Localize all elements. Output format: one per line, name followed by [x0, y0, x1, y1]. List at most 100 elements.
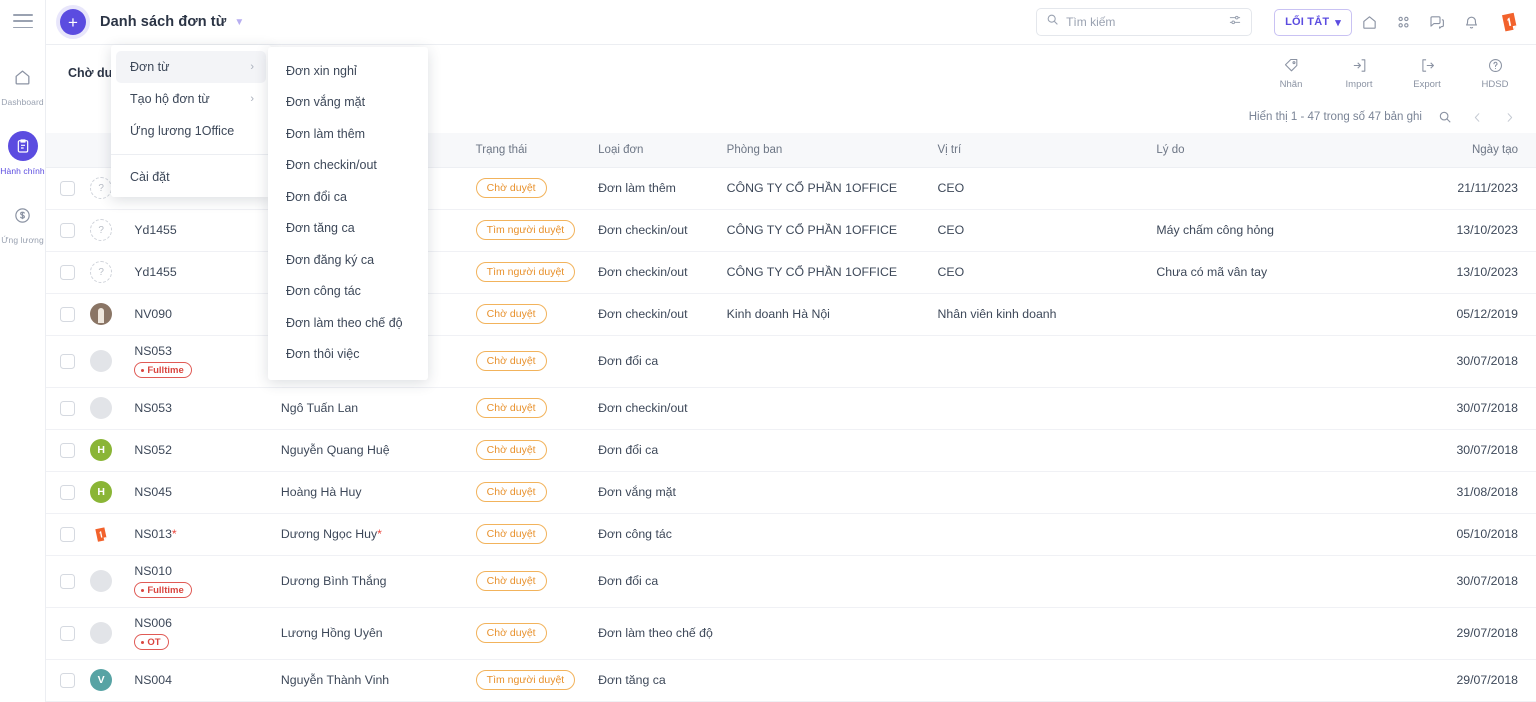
row-select-cell[interactable] [46, 471, 84, 513]
department [721, 335, 932, 387]
add-button[interactable]: + [60, 9, 86, 35]
row-select-cell[interactable] [46, 167, 84, 209]
avatar: ? [90, 219, 112, 241]
global-search[interactable] [1036, 8, 1252, 36]
row-checkbox[interactable] [60, 626, 75, 641]
row-select-cell[interactable] [46, 293, 84, 335]
import-button-text: Import [1346, 79, 1373, 90]
menu-item-label: Đơn xin nghỉ [286, 64, 357, 78]
col-type[interactable]: Loại đơn [592, 133, 721, 167]
export-icon [1419, 56, 1436, 75]
hamburger-icon[interactable] [13, 14, 33, 28]
menu-item-l2[interactable]: Đơn vắng mặt [268, 87, 428, 119]
code-cell: NS004 [128, 659, 275, 701]
row-select-cell[interactable] [46, 555, 84, 607]
col-date[interactable]: Ngày tạo [1419, 133, 1536, 167]
help-circle-icon [1487, 56, 1504, 75]
help-button[interactable]: HDSD [1472, 56, 1518, 90]
row-checkbox[interactable] [60, 223, 75, 238]
menu-item-l1[interactable]: Tạo hộ đơn từ› [116, 83, 266, 115]
reason: Máy chấm công hỏng [1150, 209, 1419, 251]
import-button[interactable]: Import [1336, 56, 1382, 90]
brand-logo-icon[interactable] [1498, 10, 1522, 34]
table-row[interactable]: NS013* Dương Ngọc Huy* Chờ duyệt Đơn côn… [46, 513, 1536, 555]
row-select-cell[interactable] [46, 387, 84, 429]
row-checkbox[interactable] [60, 307, 75, 322]
filter-sliders-icon[interactable] [1228, 13, 1242, 32]
col-position[interactable]: Vị trí [932, 133, 1151, 167]
row-checkbox[interactable] [60, 401, 75, 416]
avatar-cell: ? [84, 209, 128, 251]
table-row[interactable]: H NS045 Hoàng Hà Huy Chờ duyệt Đơn vắng … [46, 471, 1536, 513]
employment-tag: Fulltime [134, 582, 191, 598]
row-checkbox[interactable] [60, 354, 75, 369]
position [932, 607, 1151, 659]
col-status[interactable]: Trạng thái [470, 133, 592, 167]
employee-name: Lương Hồng Uyên [275, 607, 470, 659]
prev-page-button[interactable] [1468, 108, 1486, 126]
menu-item-l2[interactable]: Đơn làm theo chế độ [268, 307, 428, 339]
row-select-cell[interactable] [46, 209, 84, 251]
menu-item-l2[interactable]: Đơn checkin/out [268, 150, 428, 182]
col-reason[interactable]: Lý do [1150, 133, 1419, 167]
menu-item-l2[interactable]: Đơn đăng ký ca [268, 244, 428, 276]
sidebar-item-dashboard[interactable]: Dashboard [0, 62, 46, 107]
row-checkbox[interactable] [60, 673, 75, 688]
status-cell: Chờ duyệt [470, 555, 592, 607]
row-checkbox[interactable] [60, 485, 75, 500]
help-button-text: HDSD [1482, 79, 1509, 90]
row-select-cell[interactable] [46, 251, 84, 293]
status-cell: Chờ duyệt [470, 293, 592, 335]
title-dropdown-caret-icon[interactable]: ▼ [234, 17, 244, 28]
status-cell: Chờ duyệt [470, 387, 592, 429]
table-row[interactable]: NS006 OT Lương Hồng Uyên Chờ duyệt Đơn l… [46, 607, 1536, 659]
table-row[interactable]: NS010 Fulltime Dương Bình Thắng Chờ duyệ… [46, 555, 1536, 607]
avatar [90, 523, 112, 545]
menu-item-l2[interactable]: Đơn tăng ca [268, 213, 428, 245]
employee-code: Yd1455 [134, 265, 176, 279]
sidebar-item-ung-luong[interactable]: Ứng lương [0, 200, 46, 245]
bell-icon[interactable] [1454, 5, 1488, 39]
chat-icon[interactable] [1420, 5, 1454, 39]
menu-item-label: Ứng lương 1Office [130, 124, 234, 138]
created-date: 05/12/2019 [1419, 293, 1536, 335]
search-icon[interactable] [1436, 108, 1454, 126]
menu-item-l1[interactable]: Đơn từ› [116, 51, 266, 83]
menu-item-l2[interactable]: Đơn đổi ca [268, 181, 428, 213]
row-select-cell[interactable] [46, 513, 84, 555]
menu-item-l2[interactable]: Đơn làm thêm [268, 118, 428, 150]
label-button[interactable]: Nhãn [1268, 56, 1314, 90]
home-icon[interactable] [1352, 5, 1386, 39]
menu-item-l1[interactable]: Ứng lương 1Office [116, 115, 266, 147]
col-dept[interactable]: Phòng ban [721, 133, 932, 167]
request-type: Đơn làm thêm [592, 167, 721, 209]
request-type: Đơn đổi ca [592, 335, 721, 387]
table-row[interactable]: V NS004 Nguyễn Thành Vinh Tìm người duyệ… [46, 659, 1536, 701]
table-row[interactable]: H NS052 Nguyễn Quang Huệ Chờ duyệt Đơn đ… [46, 429, 1536, 471]
row-checkbox[interactable] [60, 181, 75, 196]
shortcut-button[interactable]: LỐI TẮT ▾ [1274, 9, 1352, 36]
row-select-cell[interactable] [46, 607, 84, 659]
row-select-cell[interactable] [46, 335, 84, 387]
search-icon [1046, 13, 1059, 31]
row-select-cell[interactable] [46, 429, 84, 471]
menu-item-l2[interactable]: Đơn xin nghỉ [268, 55, 428, 87]
import-icon [1351, 56, 1368, 75]
export-button[interactable]: Export [1404, 56, 1450, 90]
row-checkbox[interactable] [60, 443, 75, 458]
next-page-button[interactable] [1500, 108, 1518, 126]
row-checkbox[interactable] [60, 265, 75, 280]
apps-grid-icon[interactable] [1386, 5, 1420, 39]
row-select-cell[interactable] [46, 659, 84, 701]
table-row[interactable]: NS053 Ngô Tuấn Lan Chờ duyệt Đơn checkin… [46, 387, 1536, 429]
row-checkbox[interactable] [60, 574, 75, 589]
avatar [90, 303, 112, 325]
menu-item-l2[interactable]: Đơn thôi việc [268, 339, 428, 371]
search-input[interactable] [1066, 15, 1221, 29]
department [721, 429, 932, 471]
status-badge: Tìm người duyệt [476, 220, 576, 240]
menu-item-l1[interactable]: Cài đặt [116, 161, 266, 193]
menu-item-l2[interactable]: Đơn công tác [268, 276, 428, 308]
sidebar-item-hanh-chinh[interactable]: Hành chính [0, 131, 46, 176]
row-checkbox[interactable] [60, 527, 75, 542]
